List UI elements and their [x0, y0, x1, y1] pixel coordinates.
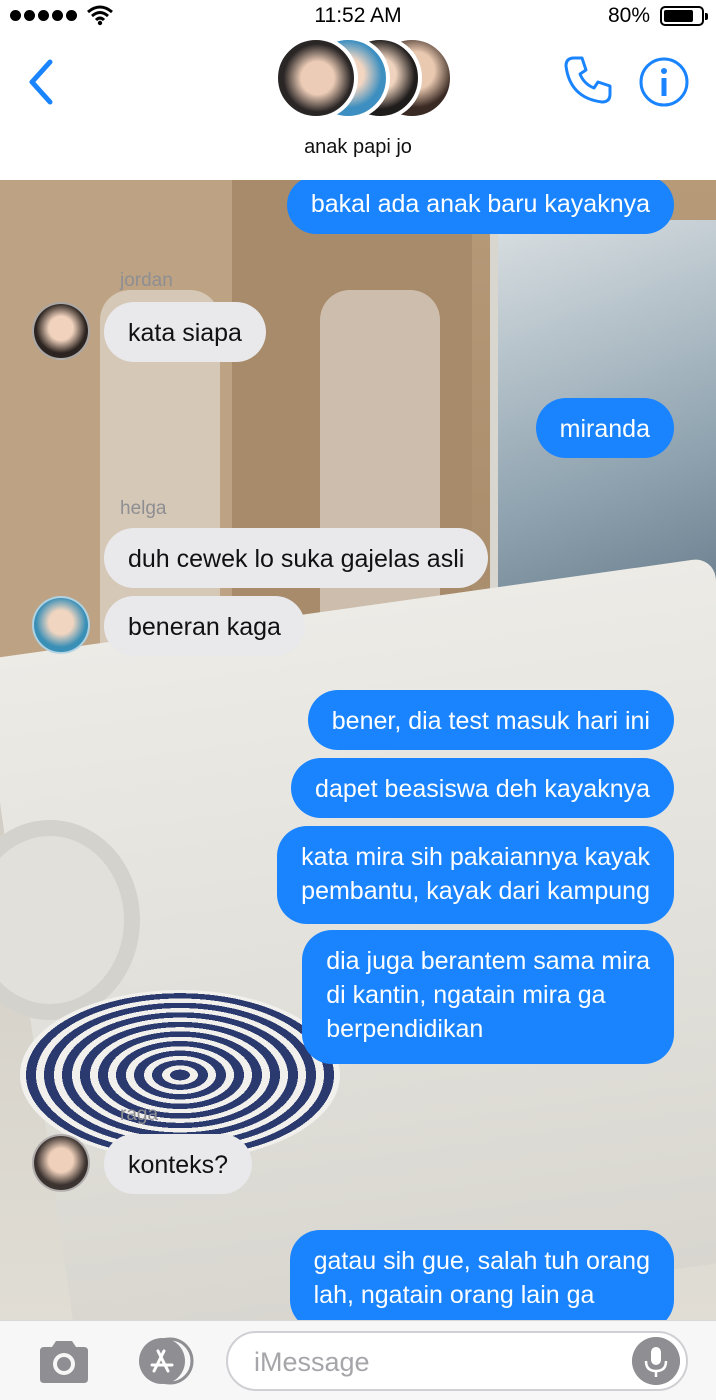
message-bubble[interactable]: gatau sih gue, salah tuh orang lah, ngat…: [289, 1230, 674, 1330]
message-line: lah, ngatain orang lain ga: [313, 1281, 595, 1309]
group-member-avatar: [274, 36, 358, 120]
sender-name: jordan: [120, 270, 173, 291]
message-line: pembantu, kayak dari kampung: [301, 877, 650, 905]
message-text: bakal ada anak baru kayaknya: [310, 190, 650, 218]
message-incoming[interactable]: beneran kaga: [104, 596, 326, 656]
message-text: konteks?: [128, 1151, 229, 1179]
message-outgoing[interactable]: gatau sih gue, salah tuh orang lah, ngat…: [244, 1230, 674, 1330]
message-bubble[interactable]: duh cewek lo suka gajelas asli: [104, 528, 489, 588]
message-line: di kantin, ngatain mira ga: [326, 981, 606, 1009]
message-text: beneran kaga: [128, 613, 281, 641]
message-input[interactable]: iMessage: [226, 1331, 688, 1391]
battery-icon: [660, 6, 708, 26]
message-input-bar: iMessage: [0, 1320, 716, 1400]
message-placeholder: iMessage: [254, 1347, 370, 1377]
sender-name: helga: [120, 498, 167, 519]
back-button[interactable]: [22, 52, 62, 112]
message-outgoing[interactable]: dia juga berantem sama mira di kantin, n…: [260, 930, 674, 1064]
message-outgoing[interactable]: kata mira sih pakaiannya kayak pembantu,…: [228, 826, 674, 924]
message-incoming[interactable]: konteks?: [104, 1134, 268, 1194]
message-text: dapet beasiswa deh kayaknya: [315, 775, 650, 803]
info-icon[interactable]: [638, 56, 690, 108]
group-avatar-stack[interactable]: [274, 36, 454, 120]
message-bubble[interactable]: konteks?: [104, 1134, 253, 1194]
battery-level: [664, 10, 693, 22]
message-text: duh cewek lo suka gajelas asli: [128, 545, 465, 573]
sender-avatar[interactable]: [32, 302, 90, 360]
phone-icon[interactable]: [560, 52, 616, 108]
battery-percent: 80%: [607, 4, 650, 27]
message-outgoing[interactable]: bakal ada anak baru kayaknya: [234, 176, 674, 234]
message-bubble[interactable]: bakal ada anak baru kayaknya: [286, 176, 674, 234]
message-bubble[interactable]: kata siapa: [104, 302, 266, 362]
message-bubble[interactable]: beneran kaga: [104, 596, 305, 656]
camera-icon[interactable]: [36, 1339, 92, 1385]
conversation-header: anak papi jo: [0, 32, 716, 180]
status-bar: 11:52 AM 80%: [0, 0, 716, 32]
message-bubble[interactable]: dapet beasiswa deh kayaknya: [291, 758, 674, 818]
message-line: berpendidikan: [326, 1015, 484, 1043]
message-incoming[interactable]: kata siapa: [104, 302, 284, 362]
sender-avatar[interactable]: [32, 596, 90, 654]
microphone-icon[interactable]: [632, 1337, 680, 1385]
message-line: kata mira sih pakaiannya kayak: [301, 843, 650, 871]
message-outgoing[interactable]: bener, dia test masuk hari ini: [268, 690, 674, 750]
message-line: gatau sih gue, salah tuh orang: [313, 1247, 650, 1275]
message-bubble[interactable]: kata mira sih pakaiannya kayak pembantu,…: [277, 826, 674, 924]
message-text: kata siapa: [128, 319, 242, 347]
message-text: bener, dia test masuk hari ini: [331, 707, 650, 735]
message-bubble[interactable]: dia juga berantem sama mira di kantin, n…: [302, 930, 674, 1064]
conversation-title[interactable]: anak papi jo: [0, 136, 716, 159]
sender-avatar[interactable]: [32, 1134, 90, 1192]
message-line: dia juga berantem sama mira: [326, 947, 650, 975]
message-text: miranda: [559, 415, 650, 443]
app-store-icon[interactable]: [128, 1337, 196, 1385]
message-bubble[interactable]: miranda: [535, 398, 674, 458]
message-outgoing[interactable]: miranda: [514, 398, 674, 458]
message-outgoing[interactable]: dapet beasiswa deh kayaknya: [248, 758, 674, 818]
message-incoming[interactable]: duh cewek lo suka gajelas asli: [104, 528, 524, 588]
message-bubble[interactable]: bener, dia test masuk hari ini: [307, 690, 674, 750]
sender-name: raga: [120, 1104, 159, 1125]
